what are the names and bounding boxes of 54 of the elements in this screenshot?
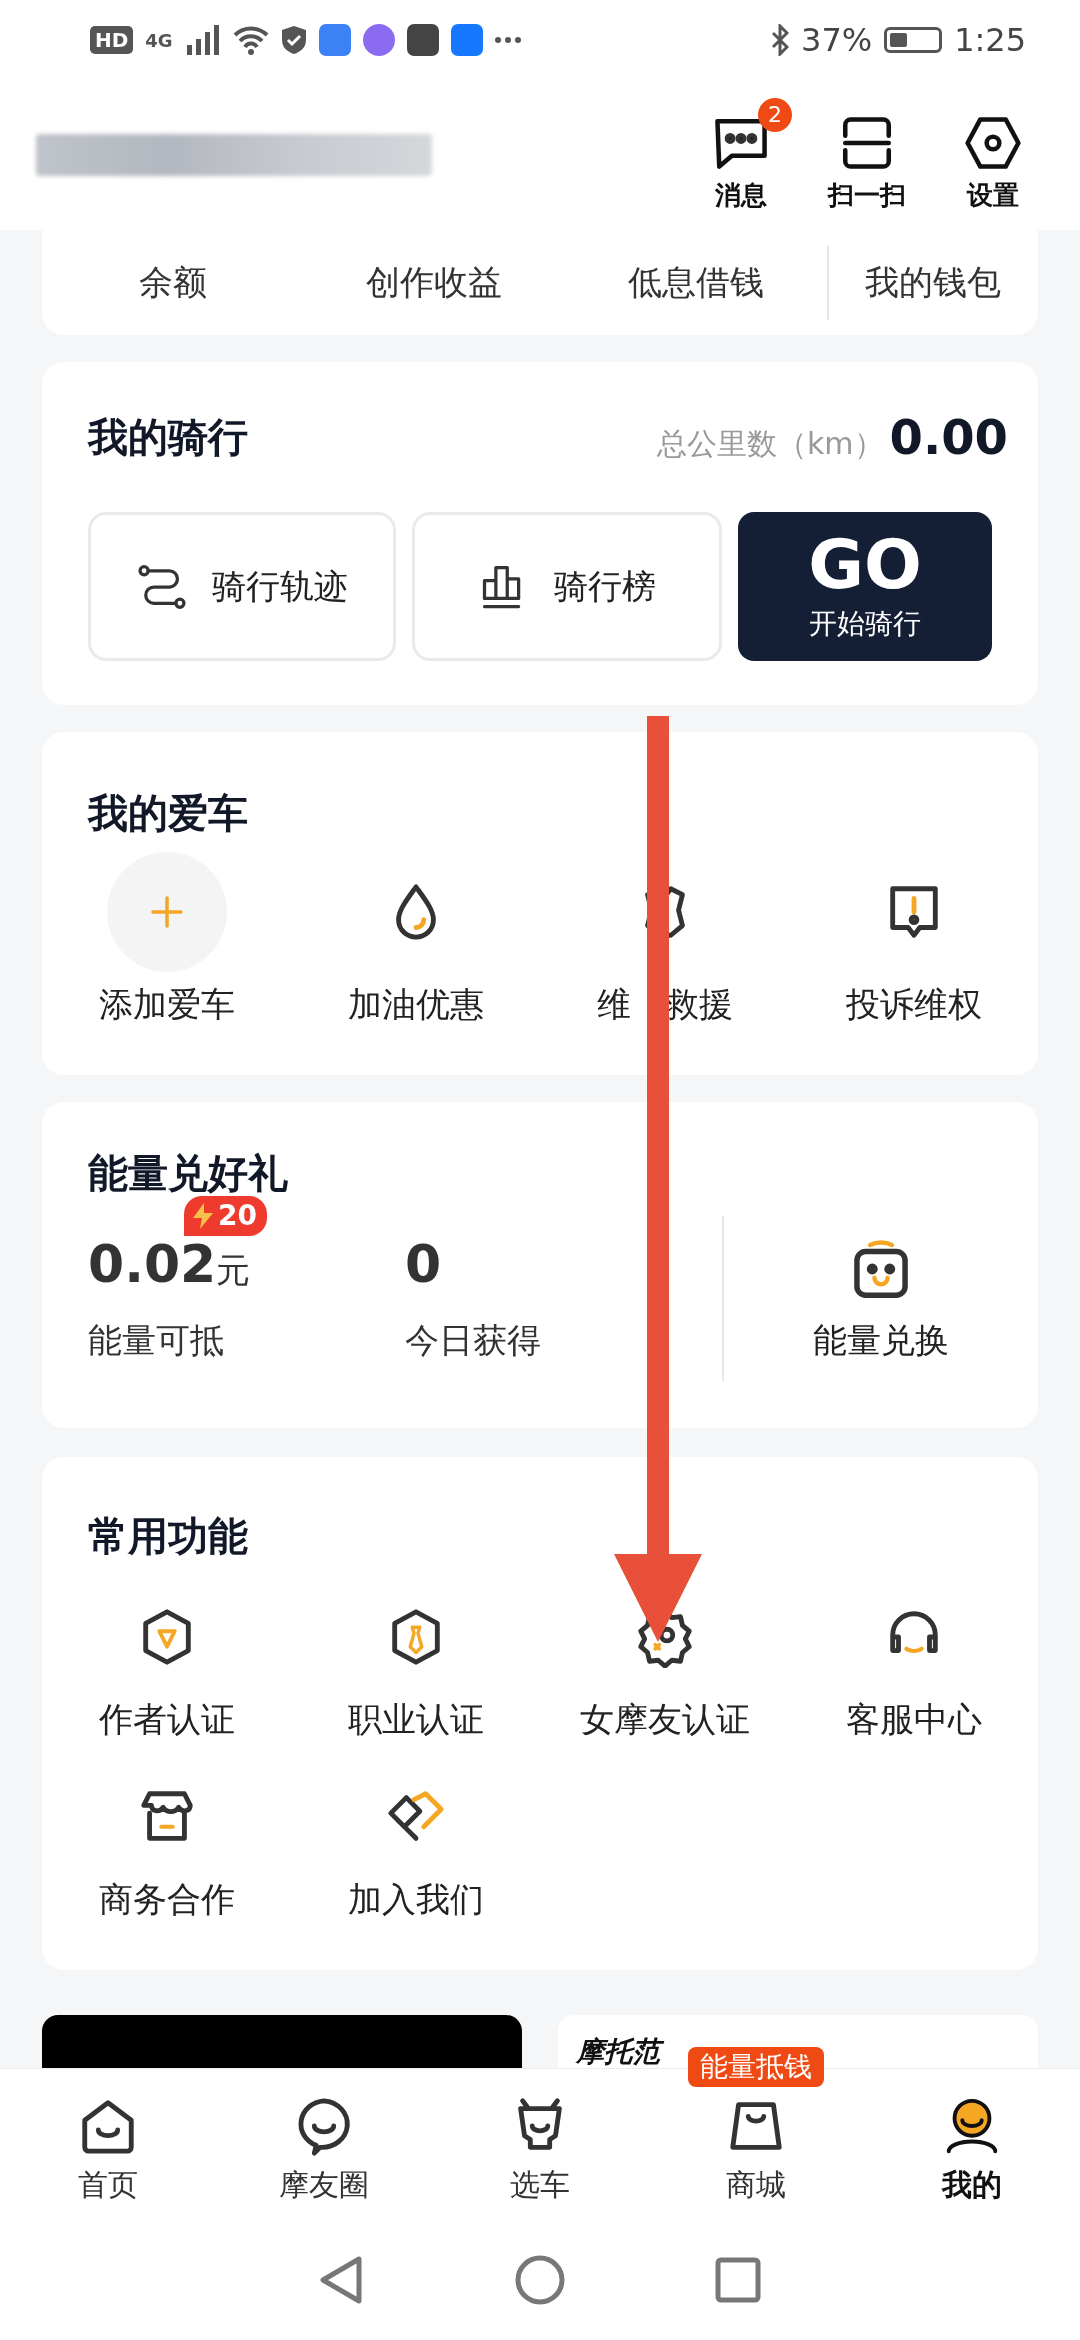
car-shortcut[interactable]: 投诉维权 <box>789 852 1038 1028</box>
distance-label: 总公里数（km） <box>656 426 884 461</box>
stat-label: 能量可抵 <box>88 1318 225 1362</box>
more-icon <box>494 36 521 44</box>
section-title: 常用功能 <box>88 1511 248 1561</box>
tab[interactable]: 我的 <box>864 2090 1080 2210</box>
function-item[interactable]: 商务合作 <box>42 1769 291 1949</box>
app-icon <box>406 24 439 56</box>
exchange-button[interactable]: 能量兑换 <box>724 1232 1038 1365</box>
stat-unit: 元 <box>216 1248 251 1292</box>
stat-value: 0.02 <box>88 1233 217 1294</box>
section-title: 我的爱车 <box>88 788 248 838</box>
wallet-link[interactable]: 我的钱包 <box>828 259 1038 306</box>
battery-icon <box>884 27 943 53</box>
header-action[interactable]: 消息 2 <box>678 97 804 213</box>
wallet-link[interactable]: 创作收益 <box>303 259 566 306</box>
go-button[interactable]: GO 开始骑行 <box>738 512 992 661</box>
function-item[interactable]: 加入我们 <box>291 1769 540 1949</box>
recents-icon[interactable] <box>715 2257 761 2303</box>
unread-badge: 2 <box>758 97 792 132</box>
tab[interactable]: 首页 <box>0 2090 216 2210</box>
function-item[interactable]: 职业认证 <box>291 1589 540 1769</box>
function-item[interactable]: 客服中心 <box>789 1589 1038 1769</box>
stat-label: 今日获得 <box>405 1318 542 1362</box>
section-title: 我的骑行 <box>88 412 248 462</box>
wallet-link[interactable]: 余额 <box>42 259 304 306</box>
tab[interactable]: 选车 <box>432 2090 648 2210</box>
wallet-link[interactable]: 低息借钱 <box>565 259 827 306</box>
hd-indicator: HD <box>90 26 134 54</box>
wifi-icon <box>232 25 269 55</box>
function-item[interactable]: 作者认证 <box>42 1589 291 1769</box>
app-icon <box>318 24 351 56</box>
bluetooth-icon <box>771 24 789 56</box>
home-icon[interactable] <box>515 2255 565 2305</box>
clock: 1:25 <box>954 21 1026 59</box>
signal-icon <box>184 25 221 55</box>
ride-button[interactable]: 骑行榜 <box>412 512 722 661</box>
tab[interactable]: 摩友圈 <box>216 2090 432 2210</box>
battery-percent: 37% <box>801 21 873 59</box>
stat-value: 0 <box>405 1233 442 1294</box>
promo-tag: 能量抵钱 <box>688 2047 824 2087</box>
section-title: 能量兑好礼 <box>88 1148 288 1198</box>
network-type: 4G <box>145 29 173 51</box>
ride-button[interactable]: 骑行轨迹 <box>88 512 396 661</box>
shield-icon <box>280 25 307 55</box>
energy-badge: 20 <box>184 1195 267 1236</box>
header-action[interactable]: 设置 <box>930 97 1056 213</box>
back-icon[interactable] <box>319 2255 365 2305</box>
tab[interactable]: 商城 <box>648 2090 864 2210</box>
car-shortcut[interactable]: 加油优惠 <box>291 852 540 1028</box>
car-shortcut[interactable]: 添加爱车 <box>42 852 291 1028</box>
header-action[interactable]: 扫一扫 <box>804 97 930 213</box>
function-item[interactable]: 女摩友认证 <box>540 1589 789 1769</box>
distance-value: 0.00 <box>889 409 1008 465</box>
